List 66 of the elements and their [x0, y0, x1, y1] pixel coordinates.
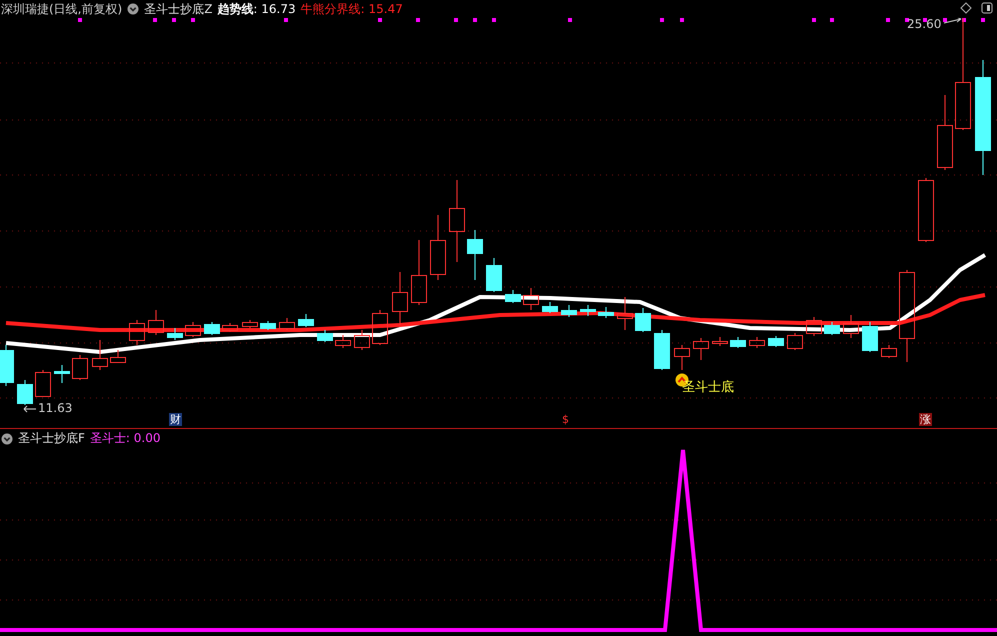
candlestick — [72, 354, 88, 380]
candlestick — [674, 344, 690, 370]
low-price-label: 11.63 — [38, 401, 72, 415]
diamond-icon[interactable] — [960, 2, 972, 14]
candlestick — [598, 306, 614, 318]
candlestick — [0, 344, 14, 386]
candlestick — [411, 240, 427, 306]
candlestick — [430, 214, 446, 280]
candlestick — [523, 288, 539, 310]
candlestick — [298, 314, 314, 328]
candlestick — [768, 336, 784, 348]
candlestick — [918, 178, 934, 242]
candlestick — [317, 330, 333, 342]
candlestick — [843, 314, 859, 338]
candlestick — [862, 322, 878, 352]
event-marker[interactable]: 财 — [169, 413, 182, 426]
candlestick — [712, 336, 728, 346]
indicator-name: 圣斗士抄底Z — [144, 0, 212, 18]
candlestick — [17, 380, 33, 406]
candlestick — [486, 258, 502, 292]
panel-toggle-icon[interactable] — [981, 2, 993, 14]
stock-title: 深圳瑞捷(日线,前复权) — [1, 0, 122, 18]
candlestick — [635, 308, 651, 332]
event-marker[interactable]: 涨 — [919, 413, 932, 426]
candlestick — [749, 336, 765, 348]
candlestick — [35, 370, 51, 398]
candlestick — [542, 302, 558, 314]
candlestick — [617, 296, 633, 330]
candlestick — [372, 310, 388, 346]
candlestick — [110, 350, 126, 364]
candlestick — [129, 320, 145, 346]
candlestick — [824, 322, 840, 336]
candlestick — [222, 322, 238, 332]
candlestick — [54, 364, 70, 384]
divider-value: 牛熊分界线: 15.47 — [300, 0, 403, 18]
high-arrow — [944, 18, 962, 24]
candlestick — [204, 322, 220, 336]
candlestick — [167, 328, 183, 340]
low-arrow — [24, 406, 36, 412]
candlestick — [505, 290, 521, 304]
candlestick — [92, 340, 108, 370]
collapse-icon[interactable] — [127, 3, 140, 15]
candlestick — [148, 310, 164, 336]
candlestick — [335, 334, 351, 348]
event-marker[interactable]: $ — [561, 413, 570, 426]
candlestick — [242, 320, 258, 328]
candlestick — [881, 344, 897, 358]
candlestick — [279, 318, 295, 330]
candlestick — [787, 332, 803, 350]
candlestick — [654, 330, 670, 370]
indicator-name: 圣斗士抄底F — [18, 430, 85, 447]
candlestick — [561, 304, 577, 318]
high-price-label: 25.60 — [907, 17, 942, 31]
candlestick — [185, 322, 201, 338]
candlestick — [693, 338, 709, 360]
indicator-value: 圣斗士: 0.00 — [90, 430, 160, 447]
candlestick — [467, 230, 483, 280]
candlestick — [730, 336, 746, 348]
candlestick — [580, 304, 596, 316]
candlestick — [260, 320, 276, 330]
signal-label: 圣斗士底 — [682, 379, 734, 396]
trend-value: 趋势线: 16.73 — [217, 0, 296, 18]
collapse-icon[interactable] — [1, 432, 13, 444]
candlestick — [392, 272, 408, 326]
candlestick — [354, 330, 370, 350]
candlestick — [806, 316, 822, 336]
